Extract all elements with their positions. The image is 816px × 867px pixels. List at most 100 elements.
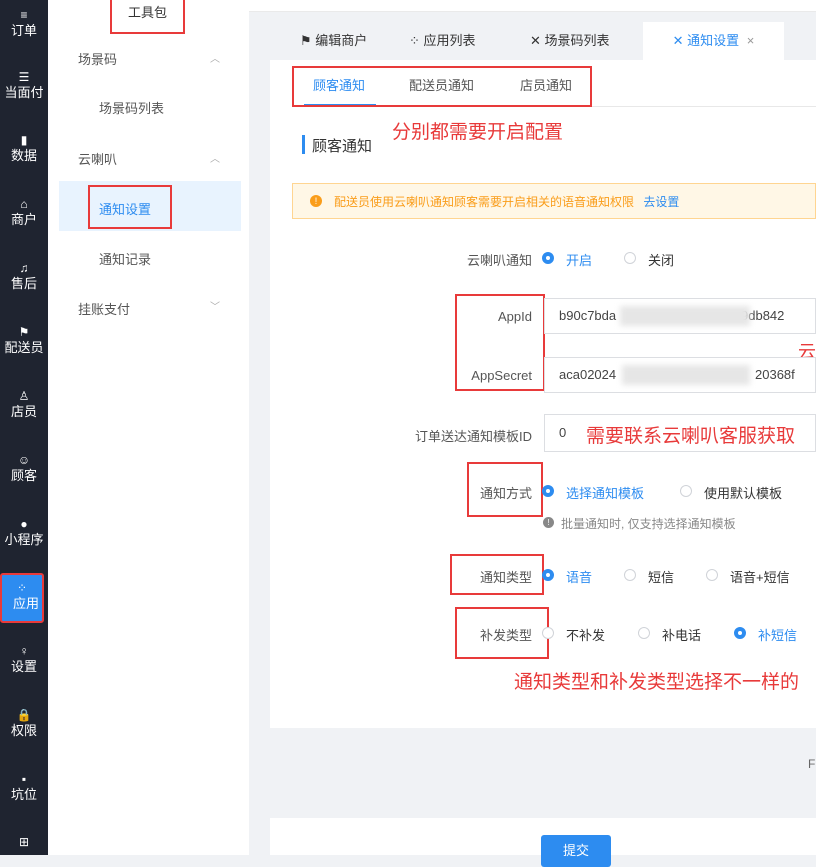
sidebar-item-notice-records[interactable]: 通知记录 bbox=[99, 249, 151, 268]
alert-link[interactable]: 去设置 bbox=[643, 195, 679, 209]
group-credit[interactable]: 挂账支付 bbox=[78, 299, 130, 318]
tab-label: 场景码列表 bbox=[544, 33, 610, 48]
tool-icon: ✕ bbox=[672, 33, 684, 48]
warning-icon: ! bbox=[310, 195, 322, 207]
radio-type-both[interactable] bbox=[706, 569, 718, 581]
rail-item-6[interactable]: ♙ 店员 bbox=[0, 389, 48, 421]
method-opt2-label[interactable]: 使用默认模板 bbox=[704, 483, 782, 502]
rail-item-8[interactable]: ● 小程序 bbox=[0, 517, 48, 549]
grid-icon: ⁘ bbox=[409, 33, 420, 48]
info-icon: ! bbox=[543, 517, 554, 528]
rail-icon: ⁘ bbox=[16, 581, 28, 595]
toolbox-label[interactable]: 工具包 bbox=[110, 2, 185, 21]
page-tabs: ⚑ 编辑商户 ⁘ 应用列表 ✕ 场景码列表 ✕ 通知设置 × bbox=[270, 22, 816, 60]
speaker-label: 云喇叭通知 bbox=[466, 253, 532, 268]
rail-label: 顾客 bbox=[10, 468, 37, 483]
method-hint: 批量通知时, 仅支持选择通知模板 bbox=[561, 517, 736, 531]
rail-label: 当面付 bbox=[4, 85, 44, 100]
annotation-type-note: 通知类型和补发类型选择不一样的 bbox=[514, 672, 800, 693]
section-title: 顾客通知 bbox=[312, 138, 373, 155]
redaction-blur bbox=[622, 365, 750, 385]
chevron-up-icon[interactable]: ︿ bbox=[210, 50, 220, 65]
type-opt3-label[interactable]: 语音+短信 bbox=[730, 567, 790, 586]
rail-label: 坑位 bbox=[10, 787, 37, 802]
radio-resend-none[interactable] bbox=[542, 627, 554, 639]
rail-icon: ☺ bbox=[17, 453, 31, 467]
type-label: 通知类型 bbox=[479, 570, 532, 585]
rail-item-4[interactable]: ♫ 售后 bbox=[0, 261, 48, 293]
submit-button[interactable]: 提交 bbox=[541, 835, 611, 867]
annotation-contact-service: 需要联系云喇叭客服获取 bbox=[586, 426, 796, 447]
tab-label: 编辑商户 bbox=[315, 33, 368, 48]
rail-icon: ⚑ bbox=[18, 325, 30, 339]
rail-label: 应用 bbox=[12, 596, 39, 611]
resend-opt2-label[interactable]: 补电话 bbox=[662, 625, 701, 644]
type-opt2-label[interactable]: 短信 bbox=[648, 567, 674, 586]
section-title-bar bbox=[302, 135, 305, 154]
tab-label: 通知设置 bbox=[687, 33, 740, 48]
top-bar bbox=[249, 0, 816, 12]
radio-type-sms[interactable] bbox=[624, 569, 636, 581]
resend-opt3-label[interactable]: 补短信 bbox=[758, 625, 797, 644]
group-scene[interactable]: 场景码 bbox=[78, 49, 117, 68]
rail-label: 数据 bbox=[10, 148, 37, 163]
rail-icon: ⌂ bbox=[20, 197, 28, 211]
rail-item-2[interactable]: ▮ 数据 bbox=[0, 133, 48, 165]
method-opt1-label[interactable]: 选择通知模板 bbox=[566, 483, 644, 502]
radio-speaker-on[interactable] bbox=[542, 252, 554, 264]
method-label: 通知方式 bbox=[479, 486, 532, 501]
chevron-down-icon[interactable]: ﹀ bbox=[210, 298, 220, 313]
close-icon[interactable]: × bbox=[747, 33, 755, 48]
rail-item-1[interactable]: ☰ 当面付 bbox=[0, 70, 48, 102]
redaction-blur bbox=[620, 306, 750, 326]
rail-label: 店员 bbox=[10, 404, 37, 419]
tab-label: 应用列表 bbox=[423, 33, 476, 48]
tab-edit-merchant[interactable]: ⚑ 编辑商户 bbox=[300, 22, 367, 60]
rail-item-7[interactable]: ☺ 顾客 bbox=[0, 453, 48, 485]
speaker-off-label[interactable]: 关闭 bbox=[648, 250, 674, 269]
resend-opt1-label[interactable]: 不补发 bbox=[566, 625, 605, 644]
group-speaker[interactable]: 云喇叭 bbox=[78, 149, 117, 168]
rail-item-10[interactable]: ♀ 设置 bbox=[0, 644, 48, 676]
rail-label: 订单 bbox=[10, 23, 37, 38]
rail-icon: ▮ bbox=[20, 133, 28, 147]
rail-item-3[interactable]: ⌂ 商户 bbox=[0, 197, 48, 229]
subtabs-highlight bbox=[292, 66, 592, 107]
sidebar-item-scene-list[interactable]: 场景码列表 bbox=[99, 98, 164, 117]
tab-app-list[interactable]: ⁘ 应用列表 bbox=[409, 22, 476, 60]
radio-method-default[interactable] bbox=[680, 485, 692, 497]
app-rail: ≡ 订单 ☰ 当面付 ▮ 数据 ⌂ 商户 ♫ 售后 ⚑ 配送员 ♙ 店员 ☺ 顾客 ● 小程序 ⁘ 应用 ♀ 设置 🔒 权限 ▪… bbox=[0, 0, 48, 855]
merchant-icon: ⚑ bbox=[300, 33, 312, 48]
radio-speaker-off[interactable] bbox=[624, 252, 636, 264]
rail-icon: ♫ bbox=[19, 261, 29, 275]
radio-resend-phone[interactable] bbox=[638, 627, 650, 639]
rail-icon: ☰ bbox=[18, 70, 30, 84]
speaker-on-label[interactable]: 开启 bbox=[566, 250, 592, 269]
type-opt1-label[interactable]: 语音 bbox=[566, 567, 592, 586]
rail-label: 小程序 bbox=[4, 532, 44, 547]
appsecret-suffix: 20368f bbox=[755, 367, 795, 382]
rail-icon: ≡ bbox=[20, 8, 28, 22]
sidebar-item-notice-settings[interactable]: 通知设置 bbox=[99, 199, 151, 218]
rail-item-0[interactable]: ≡ 订单 bbox=[0, 8, 48, 40]
tab-notice-settings[interactable]: ✕ 通知设置 × bbox=[643, 22, 784, 60]
radio-method-template[interactable] bbox=[542, 485, 554, 497]
alert-text: 配送员使用云喇叭通知顾客需要开启相关的语音通知权限 bbox=[334, 195, 635, 209]
rail-item-13[interactable]: ⊞ bbox=[0, 835, 48, 849]
tab-scene-list[interactable]: ✕ 场景码列表 bbox=[530, 22, 610, 60]
template-label: 订单送达通知模板ID bbox=[414, 429, 532, 444]
chevron-up-icon[interactable]: ︿ bbox=[210, 150, 220, 165]
radio-resend-sms[interactable] bbox=[734, 627, 746, 639]
alert-text-row: 配送员使用云喇叭通知顾客需要开启相关的语音通知权限 去设置 bbox=[334, 193, 679, 210]
rail-item-5[interactable]: ⚑ 配送员 bbox=[0, 325, 48, 357]
rail-item-11[interactable]: 🔒 权限 bbox=[0, 708, 48, 740]
rail-item-12[interactable]: ▪ 坑位 bbox=[0, 772, 48, 804]
appid-label: AppId bbox=[498, 309, 532, 324]
rail-icon: ♀ bbox=[19, 644, 29, 658]
rail-label: 配送员 bbox=[4, 340, 44, 355]
rail-item-9[interactable]: ⁘ 应用 bbox=[0, 573, 44, 623]
resend-label: 补发类型 bbox=[479, 628, 532, 643]
radio-type-voice[interactable] bbox=[542, 569, 554, 581]
appid-prefix: b90c7bda bbox=[559, 308, 617, 323]
pager-fragment: F bbox=[808, 757, 816, 771]
